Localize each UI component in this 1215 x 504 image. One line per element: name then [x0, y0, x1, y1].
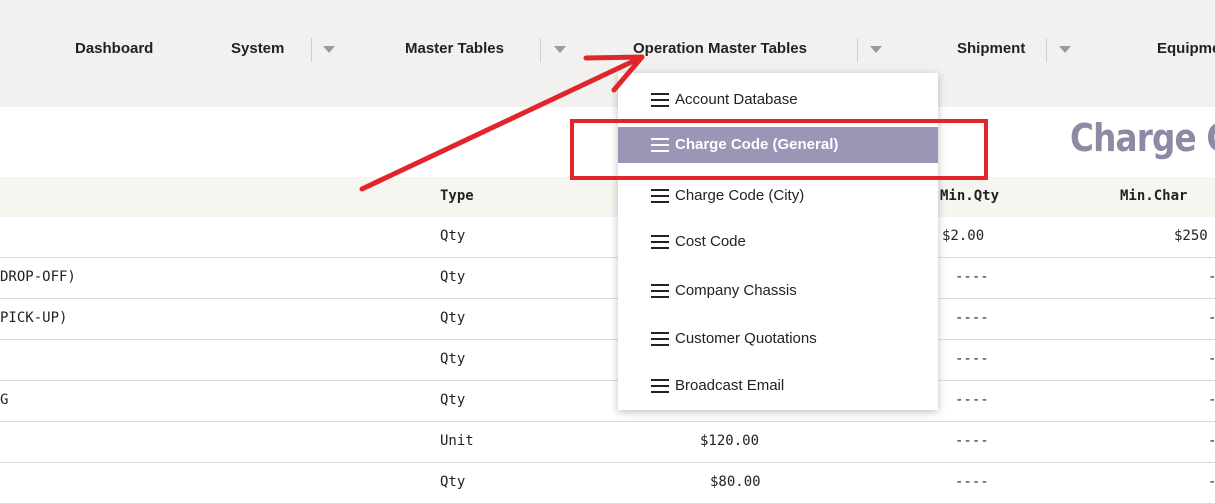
- nav-divider: [311, 38, 312, 62]
- cell-min-qty: ----: [955, 310, 989, 326]
- menu-item-label: Broadcast Email: [675, 377, 785, 394]
- table-row[interactable]: G Qty ---- -: [0, 381, 1215, 422]
- menu-item-label: Charge Code (City): [675, 187, 805, 204]
- cell-min-charge: -: [1208, 310, 1215, 326]
- chevron-down-icon[interactable]: [1059, 46, 1071, 53]
- menu-item-cost-code[interactable]: Cost Code: [618, 224, 938, 260]
- hamburger-icon: [651, 284, 669, 298]
- cell-min-charge: -: [1208, 269, 1215, 285]
- table-row[interactable]: Qty ---- -: [0, 340, 1215, 381]
- nav-master-tables[interactable]: Master Tables: [405, 38, 566, 62]
- cell-min-qty: ----: [955, 269, 989, 285]
- menu-item-account-database[interactable]: Account Database: [618, 82, 938, 118]
- chevron-down-icon[interactable]: [870, 46, 882, 53]
- table-row[interactable]: PICK-UP) Qty ---- -: [0, 299, 1215, 340]
- nav-shipment-label: Shipment: [957, 40, 1026, 57]
- chevron-down-icon[interactable]: [554, 46, 566, 53]
- cell-min-charge: -: [1208, 433, 1215, 449]
- cell-min-charge: -: [1208, 351, 1215, 367]
- cell-type: Qty: [440, 474, 466, 490]
- hamburger-icon: [651, 379, 669, 393]
- nav-operation-master-tables-label: Operation Master Tables: [633, 40, 807, 57]
- table-row[interactable]: Qty $2.00 $250: [0, 217, 1215, 258]
- menu-item-company-chassis[interactable]: Company Chassis: [618, 273, 938, 309]
- cell-type: Qty: [440, 392, 466, 408]
- cell-type: Unit: [440, 433, 474, 449]
- cell-min-qty: ----: [955, 474, 989, 490]
- nav-shipment[interactable]: Shipment: [957, 38, 1071, 62]
- nav-system[interactable]: System: [231, 38, 335, 62]
- cell-min-qty: ----: [955, 392, 989, 408]
- cell-min-qty: $2.00: [942, 228, 985, 244]
- menu-item-label: Account Database: [675, 91, 798, 108]
- nav-master-tables-label: Master Tables: [405, 40, 504, 57]
- menu-item-label: Company Chassis: [675, 282, 797, 299]
- nav-operation-master-tables[interactable]: Operation Master Tables: [633, 38, 882, 62]
- page-title: Charge Co: [1070, 116, 1215, 160]
- nav-divider: [857, 38, 858, 62]
- nav-dashboard[interactable]: Dashboard: [75, 40, 153, 62]
- top-navigation-bar: Dashboard System Master Tables Operation…: [0, 0, 1215, 107]
- cell-name: PICK-UP): [0, 310, 68, 326]
- nav-dashboard-label: Dashboard: [75, 40, 154, 57]
- cell-name: DROP-OFF): [0, 269, 76, 285]
- column-header-type[interactable]: Type: [440, 188, 474, 204]
- hamburger-icon: [651, 332, 669, 346]
- cell-type: Qty: [440, 351, 466, 367]
- cell-type: Qty: [440, 269, 466, 285]
- hamburger-icon: [651, 189, 669, 203]
- hamburger-icon: [651, 235, 669, 249]
- nav-system-label: System: [231, 40, 285, 57]
- table-row[interactable]: Unit $120.00 ---- -: [0, 422, 1215, 463]
- menu-item-broadcast-email[interactable]: Broadcast Email: [618, 368, 938, 404]
- cell-name: G: [0, 392, 9, 408]
- column-header-min-qty[interactable]: Min.Qty: [940, 188, 999, 204]
- chevron-down-icon[interactable]: [323, 46, 335, 53]
- cell-min-charge: $250: [1174, 228, 1208, 244]
- cell-rate: $120.00: [700, 433, 760, 449]
- table-row[interactable]: DROP-OFF) Qty ---- -: [0, 258, 1215, 299]
- cell-rate: $80.00: [710, 474, 761, 490]
- cell-type: Qty: [440, 310, 466, 326]
- cell-type: Qty: [440, 228, 466, 244]
- cell-min-charge: -: [1208, 392, 1215, 408]
- menu-item-label: Cost Code: [675, 233, 746, 250]
- nav-equipment-label: Equipme: [1157, 40, 1215, 57]
- menu-item-label: Customer Quotations: [675, 330, 817, 347]
- table-row[interactable]: Qty $80.00 ---- -: [0, 463, 1215, 504]
- cell-min-qty: ----: [955, 433, 989, 449]
- annotation-highlight-box: [570, 119, 988, 180]
- cell-min-charge: -: [1208, 474, 1215, 490]
- nav-divider: [1046, 38, 1047, 62]
- nav-divider: [540, 38, 541, 62]
- nav-equipment[interactable]: Equipme: [1157, 40, 1215, 62]
- column-header-min-charge[interactable]: Min.Char: [1120, 188, 1187, 204]
- table-header: Type Min.Qty Min.Char: [0, 177, 1215, 217]
- menu-item-charge-code-city[interactable]: Charge Code (City): [618, 178, 938, 214]
- hamburger-icon: [651, 93, 669, 107]
- cell-min-qty: ----: [955, 351, 989, 367]
- menu-item-customer-quotations[interactable]: Customer Quotations: [618, 321, 938, 357]
